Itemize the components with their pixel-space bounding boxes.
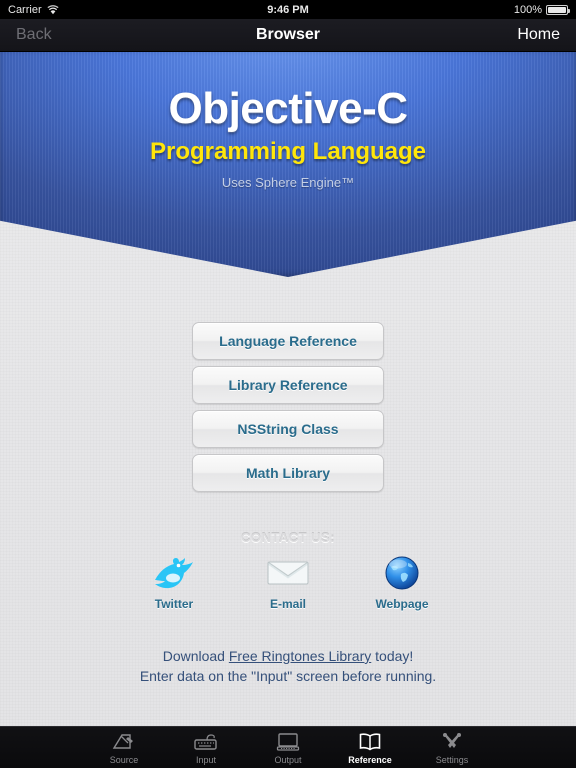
math-library-button[interactable]: Math Library	[192, 454, 384, 492]
open-book-icon	[358, 731, 382, 754]
status-bar-left: Carrier	[8, 4, 59, 16]
language-reference-button[interactable]: Language Reference	[192, 322, 384, 360]
footer-line-1: Download Free Ringtones Library today!	[0, 646, 576, 666]
contact-icon-row: Twitter E-mail Webpage	[140, 553, 436, 611]
tab-settings[interactable]: Settings	[411, 731, 493, 765]
navigation-bar: Back Browser Home	[0, 19, 576, 52]
tab-output-label: Output	[274, 754, 302, 765]
tab-reference[interactable]: Reference	[329, 731, 411, 765]
contact-email-label: E-mail	[269, 597, 306, 611]
tab-bar: Source Input Output Reference Settings	[0, 726, 576, 768]
contact-section: CONTACT US: Twitter E-mail Webpage	[0, 530, 576, 611]
footer-line1-after: today!	[371, 648, 414, 664]
contact-webpage[interactable]: Webpage	[368, 553, 436, 611]
reference-button-list: Language Reference Library Reference NSS…	[192, 322, 384, 492]
banner-content: Objective-C Programming Language Uses Sp…	[0, 52, 576, 222]
monitor-icon	[276, 731, 300, 754]
footer-text: Download Free Ringtones Library today! E…	[0, 646, 576, 686]
keyboard-icon	[193, 731, 219, 754]
globe-icon	[384, 553, 420, 593]
library-reference-button[interactable]: Library Reference	[192, 366, 384, 404]
app-screen: Carrier 9:46 PM 100% Back Browser Home O…	[0, 0, 576, 768]
battery-percent-label: 100%	[513, 3, 542, 16]
tab-output[interactable]: Output	[247, 731, 329, 765]
free-ringtones-library-link[interactable]: Free Ringtones Library	[229, 648, 371, 664]
tab-settings-label: Settings	[435, 754, 469, 765]
contact-webpage-label: Webpage	[375, 597, 429, 611]
banner-subtitle: Programming Language	[149, 138, 427, 165]
footer-line1-before: Download	[162, 648, 229, 664]
nsstring-class-button[interactable]: NSString Class	[192, 410, 384, 448]
contact-email[interactable]: E-mail	[254, 553, 322, 611]
hero-banner: Objective-C Programming Language Uses Sp…	[0, 52, 576, 277]
page-title: Browser	[255, 26, 321, 43]
status-bar: Carrier 9:46 PM 100%	[0, 0, 576, 19]
contact-twitter[interactable]: Twitter	[140, 553, 208, 611]
tab-source-label: Source	[109, 754, 139, 765]
pen-paper-icon	[112, 731, 136, 754]
tools-icon	[440, 731, 464, 754]
contact-heading: CONTACT US:	[240, 530, 336, 545]
wifi-icon	[47, 4, 59, 15]
home-button[interactable]: Home	[517, 26, 560, 44]
twitter-bird-icon	[152, 553, 196, 593]
battery-full-icon	[546, 4, 570, 15]
contact-twitter-label: Twitter	[154, 597, 194, 611]
status-bar-right: 100%	[513, 3, 570, 16]
back-button[interactable]: Back	[16, 26, 52, 44]
tab-source[interactable]: Source	[83, 731, 165, 765]
tab-input-label: Input	[195, 754, 217, 765]
banner-title: Objective-C	[168, 84, 408, 133]
banner-tagline: Uses Sphere Engine™	[221, 175, 355, 190]
envelope-icon	[266, 553, 310, 593]
footer-line-2: Enter data on the "Input" screen before …	[139, 668, 437, 684]
tab-input[interactable]: Input	[165, 731, 247, 765]
status-bar-time: 9:46 PM	[267, 3, 309, 16]
carrier-label: Carrier	[8, 3, 42, 16]
tab-reference-label: Reference	[348, 754, 392, 765]
